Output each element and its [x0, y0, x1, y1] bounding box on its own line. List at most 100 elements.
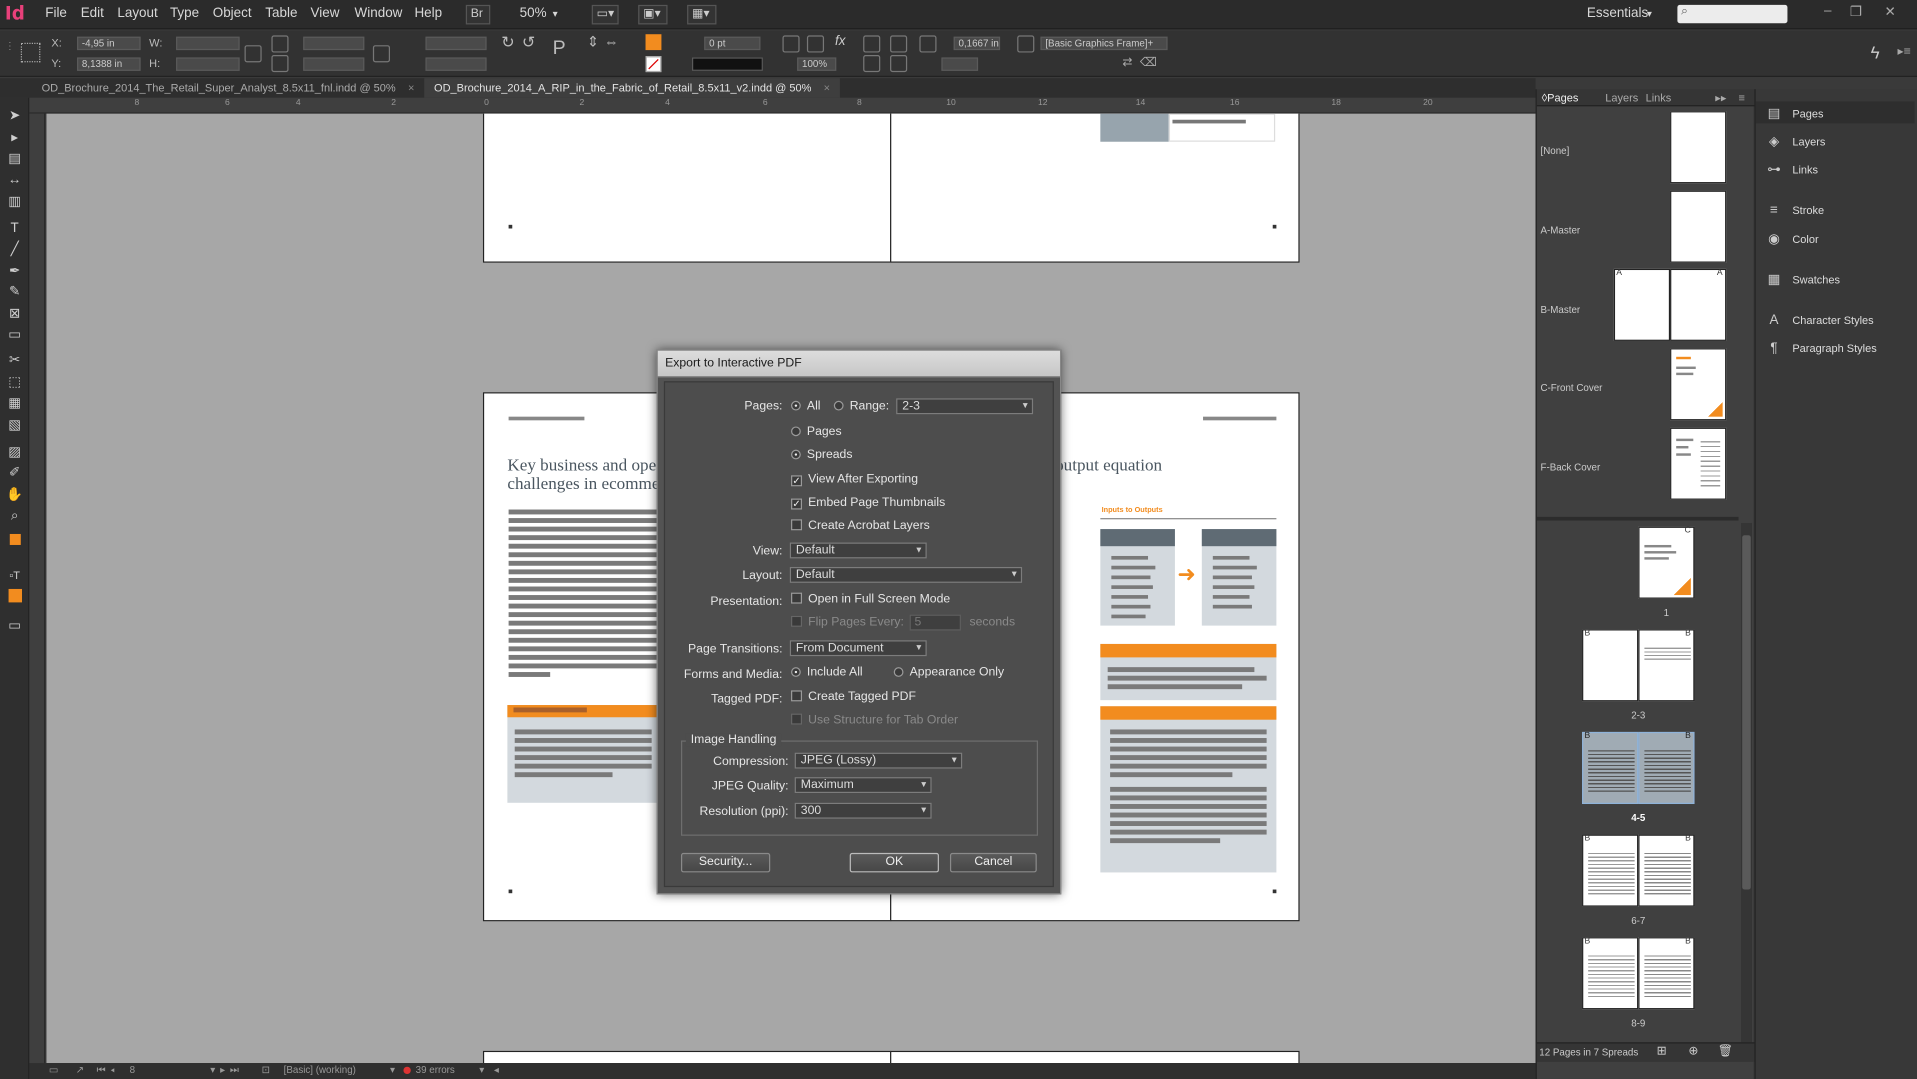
- text-path-icon[interactable]: P: [553, 38, 566, 60]
- screen-mode-icon[interactable]: ▣▾: [638, 4, 668, 25]
- panel-tab-links[interactable]: Links: [1646, 92, 1672, 104]
- panel-button-pages[interactable]: ▤ Pages: [1765, 105, 1824, 121]
- rotate-field[interactable]: [425, 36, 487, 51]
- offset-field[interactable]: 0,1667 in: [953, 36, 1001, 51]
- spread-thumb-6-left[interactable]: B: [1582, 834, 1639, 907]
- spread-thumb-8-left[interactable]: B: [1582, 937, 1639, 1010]
- page-bottom-left[interactable]: [482, 1050, 892, 1064]
- pen-tool-icon[interactable]: ✒: [6, 263, 23, 280]
- master-b[interactable]: B-Master: [1540, 304, 1580, 315]
- preflight-toggle-icon[interactable]: ▭: [49, 1064, 58, 1075]
- checkbox-flip-pages[interactable]: Flip Pages Every:: [791, 615, 904, 629]
- style-actions-icons[interactable]: ⇄⌫: [1122, 56, 1164, 69]
- frame-fitting-icon[interactable]: [782, 35, 800, 53]
- error-count[interactable]: 39 errors: [416, 1064, 455, 1075]
- spread-thumb-9-right[interactable]: B: [1638, 937, 1695, 1010]
- spread-thumb-4-left[interactable]: B: [1582, 731, 1639, 805]
- radio-pages[interactable]: Pages: [791, 425, 842, 439]
- panel-button-swatches[interactable]: ▦ Swatches: [1765, 271, 1840, 287]
- rectangle-tool-icon[interactable]: ▭: [6, 326, 23, 343]
- scroll-left-icon[interactable]: ◂: [494, 1064, 499, 1075]
- rotate-icons[interactable]: ↻↺: [501, 33, 542, 53]
- panel-button-character-styles[interactable]: A Character Styles: [1765, 313, 1874, 328]
- line-tool-icon[interactable]: ╱: [6, 241, 23, 258]
- note-tool-icon[interactable]: ▨: [6, 444, 23, 461]
- y-field[interactable]: 8,1388 in: [77, 57, 141, 71]
- dialog-titlebar[interactable]: Export to Interactive PDF: [657, 350, 1060, 378]
- checkbox-full-screen[interactable]: Open in Full Screen Mode: [791, 592, 950, 606]
- gradient-tool-icon[interactable]: ▦: [6, 395, 23, 412]
- fill-swatch[interactable]: [645, 34, 662, 51]
- close-icon[interactable]: ✕: [1878, 4, 1902, 24]
- master-none[interactable]: [None]: [1540, 145, 1569, 156]
- security-button[interactable]: Security...: [680, 852, 771, 873]
- panel-tab-pages[interactable]: ◊Pages: [1542, 92, 1579, 104]
- zoom-tool-icon[interactable]: ⌕: [6, 507, 23, 524]
- radio-appearance-only[interactable]: Appearance Only: [893, 666, 1004, 679]
- flip-icons[interactable]: ⇕⇔: [587, 33, 624, 50]
- menu-file[interactable]: File: [45, 6, 67, 21]
- checkbox-embed-thumbnails[interactable]: ✓ Embed Page Thumbnails: [791, 496, 945, 510]
- drop-shadow-icon[interactable]: [806, 35, 825, 53]
- flip-seconds-field[interactable]: 5: [909, 614, 961, 631]
- offset-icon[interactable]: [919, 35, 937, 53]
- object-style-icon[interactable]: [1017, 35, 1035, 53]
- close-tab-icon[interactable]: ×: [408, 82, 414, 94]
- screen-mode-tool-icon[interactable]: ▭: [6, 617, 23, 634]
- jpeg-quality-dropdown[interactable]: Maximum ▼: [794, 777, 932, 794]
- spread-thumb-5-right[interactable]: B: [1638, 731, 1695, 805]
- master-thumb-b-left[interactable]: A: [1613, 268, 1671, 341]
- menu-layout[interactable]: Layout: [117, 6, 157, 21]
- master-c[interactable]: C-Front Cover: [1540, 382, 1602, 393]
- center-content-icon[interactable]: [890, 54, 908, 73]
- reference-point-icon[interactable]: [20, 42, 41, 63]
- gap-tool-icon[interactable]: ↔: [6, 171, 23, 188]
- type-tool-icon[interactable]: T: [6, 220, 23, 237]
- lightning-icon[interactable]: ϟ: [1871, 43, 1880, 63]
- object-style-dropdown[interactable]: [Basic Graphics Frame]+: [1040, 36, 1168, 51]
- selection-tool-icon[interactable]: ➤: [6, 108, 23, 125]
- panel-button-paragraph-styles[interactable]: ¶ Paragraph Styles: [1765, 341, 1876, 356]
- panel-button-color[interactable]: ◉ Color: [1765, 231, 1819, 247]
- stroke-type-dropdown[interactable]: [691, 57, 763, 71]
- checkbox-view-after-exporting[interactable]: ✓ View After Exporting: [791, 473, 918, 487]
- scale-x-icon[interactable]: [271, 35, 289, 53]
- ok-button[interactable]: OK: [849, 852, 939, 873]
- workspace-dropdown-icon[interactable]: ▾: [1647, 9, 1652, 20]
- scale-x-field[interactable]: [303, 36, 365, 51]
- panel-button-links[interactable]: ⊶ Links: [1765, 161, 1818, 178]
- apply-color-icon[interactable]: [6, 588, 23, 606]
- align-icon[interactable]: [890, 35, 908, 53]
- formatting-affects-icon[interactable]: ▫T: [6, 567, 23, 584]
- radio-all[interactable]: All: [791, 400, 821, 413]
- arrange-documents-icon[interactable]: ▦▾: [687, 4, 717, 25]
- menu-type[interactable]: Type: [170, 6, 199, 21]
- resolution-dropdown[interactable]: 300 ▼: [794, 802, 932, 819]
- minimize-icon[interactable]: –: [1816, 4, 1840, 24]
- page-bottom-right[interactable]: [890, 1050, 1300, 1064]
- shear-field[interactable]: [425, 57, 487, 71]
- panel-button-stroke[interactable]: ≡ Stroke: [1765, 203, 1824, 218]
- spread-thumb-2-right[interactable]: B: [1638, 629, 1695, 702]
- radio-spreads[interactable]: Spreads: [791, 448, 852, 462]
- panel-divider[interactable]: [1536, 516, 1739, 521]
- pages-scrollbar[interactable]: [1740, 522, 1752, 1043]
- w-field[interactable]: [176, 36, 240, 51]
- close-tab-icon[interactable]: ×: [824, 82, 830, 94]
- checkbox-create-tagged-pdf[interactable]: Create Tagged PDF: [791, 690, 916, 704]
- bridge-button[interactable]: Br: [465, 4, 491, 25]
- preflight-profile[interactable]: [Basic] (working): [284, 1064, 356, 1075]
- direct-selection-tool-icon[interactable]: ▸: [6, 130, 23, 147]
- page-top-left[interactable]: [482, 113, 892, 263]
- opacity-field[interactable]: 100%: [797, 57, 837, 71]
- tab-rip-in-fabric[interactable]: OD_Brochure_2014_A_RIP_in_the_Fabric_of_…: [424, 78, 840, 98]
- cancel-button[interactable]: Cancel: [949, 852, 1037, 873]
- constrain-scale-icon[interactable]: [372, 45, 391, 63]
- pencil-tool-icon[interactable]: ✎: [6, 283, 23, 300]
- view-dropdown[interactable]: Default ▼: [789, 542, 927, 559]
- master-thumb-b-right[interactable]: A: [1670, 268, 1727, 341]
- errors-dropdown-icon[interactable]: ▾: [479, 1064, 484, 1075]
- h-field[interactable]: [176, 57, 240, 71]
- master-a[interactable]: A-Master: [1540, 225, 1580, 236]
- edit-page-size-icon[interactable]: ⊞: [1657, 1045, 1667, 1058]
